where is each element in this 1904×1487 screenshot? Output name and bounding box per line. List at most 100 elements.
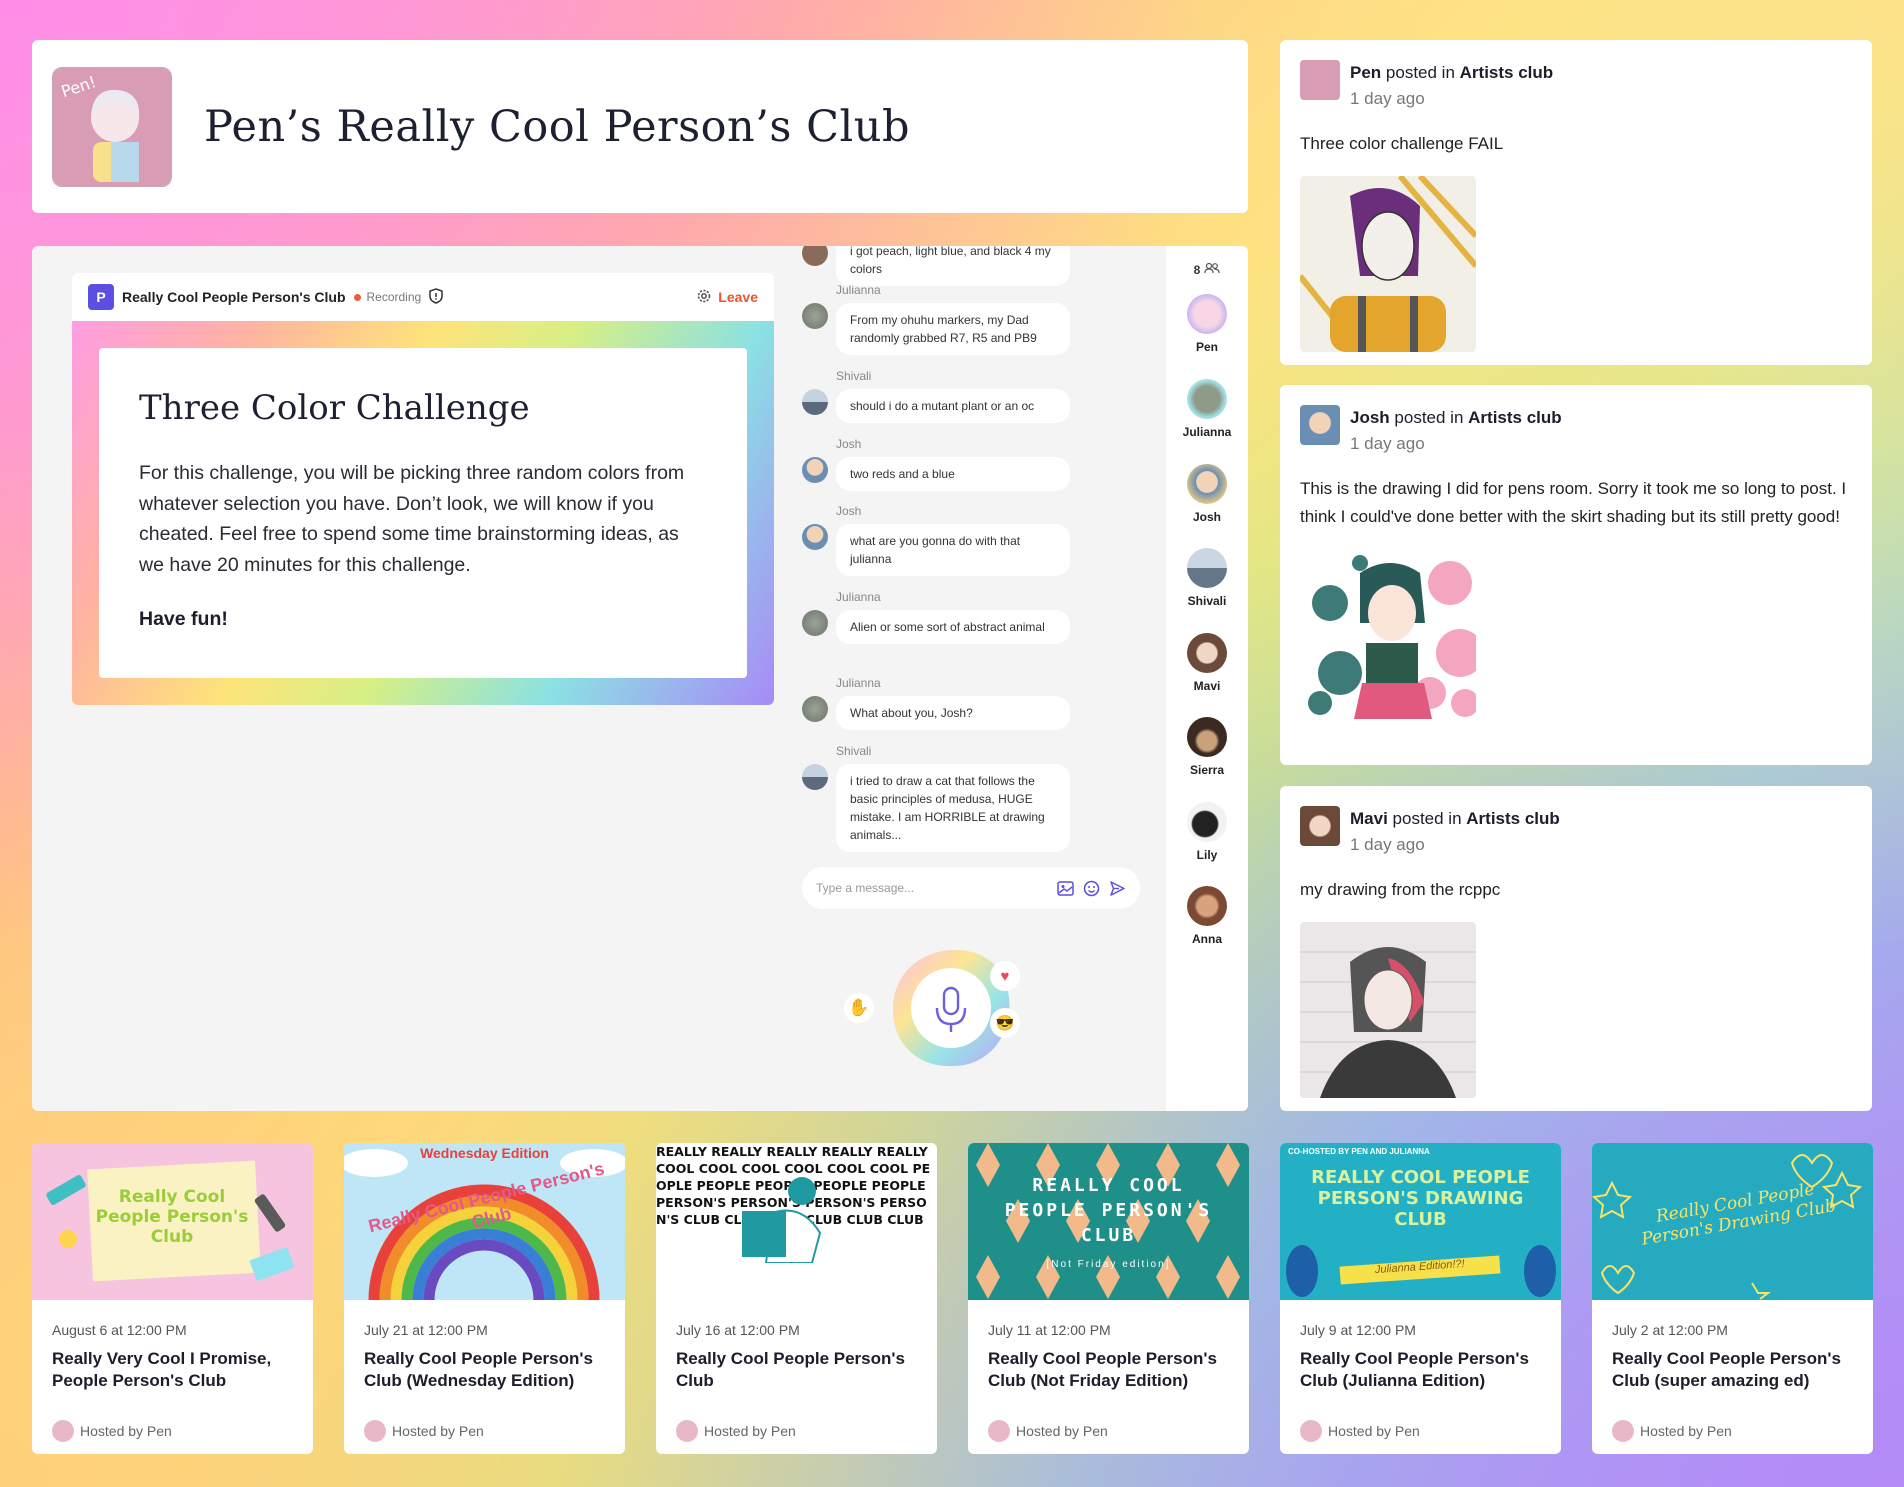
participant-sierra[interactable]: Sierra (1166, 717, 1248, 777)
chat-message: i got peach, light blue, and black 4 my … (802, 246, 1102, 286)
challenge-title: Three Color Challenge (139, 388, 530, 428)
event-card[interactable]: Really Cool People Person's Drawing Club… (1592, 1143, 1873, 1454)
participant-shivali[interactable]: Shivali (1166, 548, 1248, 608)
avatar (1187, 548, 1227, 588)
avatar (988, 1420, 1010, 1442)
event-host: Hosted by Pen (1612, 1420, 1853, 1442)
participant-anna[interactable]: Anna (1166, 886, 1248, 946)
post-author[interactable]: Pen (1350, 63, 1381, 82)
participant-lily[interactable]: Lily (1166, 802, 1248, 862)
avatar (1187, 294, 1227, 334)
chat-avatar (802, 389, 828, 415)
chat-message: Shivali should i do a mutant plant or an… (802, 369, 1102, 425)
emoji-icon[interactable] (1083, 880, 1100, 897)
chat-avatar (802, 457, 828, 483)
event-body: July 11 at 12:00 PM Really Cool People P… (968, 1300, 1249, 1454)
event-host: Hosted by Pen (988, 1420, 1229, 1442)
event-host: Hosted by Pen (676, 1420, 917, 1442)
leave-label[interactable]: Leave (718, 289, 758, 305)
chat-input-placeholder[interactable]: Type a message... (816, 881, 1048, 895)
event-body: July 21 at 12:00 PM Really Cool People P… (344, 1300, 625, 1454)
participant-name: Julianna (1182, 425, 1232, 439)
event-thumbnail-cohost: CO-HOSTED BY PEN AND JULIANNA (1288, 1147, 1430, 1156)
chat-author: Shivali (836, 369, 872, 383)
post-group[interactable]: Artists club (1460, 63, 1554, 82)
event-date: July 11 at 12:00 PM (988, 1322, 1111, 1338)
post-time: 1 day ago (1350, 434, 1425, 453)
event-card[interactable]: CO-HOSTED BY PEN AND JULIANNA REALLY COO… (1280, 1143, 1561, 1454)
event-title[interactable]: Really Cool People Person's Club (super … (1612, 1348, 1853, 1392)
event-host-label: Hosted by Pen (1016, 1423, 1108, 1439)
leave-button[interactable]: Leave (696, 288, 758, 307)
post-group[interactable]: Artists club (1468, 408, 1562, 427)
cool-reaction-button[interactable]: 😎 (990, 1008, 1020, 1038)
event-card[interactable]: Really Cool People Person's Club August … (32, 1143, 313, 1454)
event-host: Hosted by Pen (364, 1420, 605, 1442)
participant-name: Shivali (1187, 594, 1227, 608)
event-title[interactable]: Really Cool People Person's Club (Wednes… (364, 1348, 605, 1392)
participant-name: Lily (1196, 848, 1218, 862)
event-body: July 9 at 12:00 PM Really Cool People Pe… (1280, 1300, 1561, 1454)
event-host-label: Hosted by Pen (704, 1423, 796, 1439)
event-thumbnail: Really Cool People Person's Club (32, 1143, 313, 1300)
avatar (1300, 60, 1340, 100)
feed-post[interactable]: Pen posted in Artists club 1 day ago Thr… (1280, 40, 1872, 365)
post-text: This is the drawing I did for pens room.… (1300, 479, 1847, 526)
avatar (364, 1420, 386, 1442)
participants-sidebar: 8 Pen Julianna Josh Shivali Mavi Sierra (1166, 246, 1248, 1111)
gear-icon[interactable] (696, 288, 712, 307)
challenge-description: For this challenge, you will be picking … (139, 462, 685, 576)
event-card[interactable]: Wednesday Edition Really Cool People Per… (344, 1143, 625, 1454)
participant-mavi[interactable]: Mavi (1166, 633, 1248, 693)
chat-avatar (802, 246, 828, 266)
room-name: Really Cool People Person's Club (122, 289, 346, 305)
event-title[interactable]: Really Very Cool I Promise, People Perso… (52, 1348, 293, 1392)
chat-avatar (802, 303, 828, 329)
post-image[interactable] (1300, 176, 1476, 352)
image-icon[interactable] (1057, 880, 1074, 896)
event-card[interactable]: REALLY COOL PEOPLE PERSON'S CLUB [Not Fr… (968, 1143, 1249, 1454)
event-date: July 16 at 12:00 PM (676, 1322, 800, 1338)
participant-pen[interactable]: Pen (1166, 294, 1248, 354)
avatar (1612, 1420, 1634, 1442)
post-author[interactable]: Mavi (1350, 809, 1388, 828)
event-body: July 16 at 12:00 PM Really Cool People P… (656, 1300, 937, 1454)
event-title[interactable]: Really Cool People Person's Club (Julian… (1300, 1348, 1541, 1392)
send-icon[interactable] (1109, 880, 1126, 897)
participant-julianna[interactable]: Julianna (1166, 379, 1248, 439)
chat-message: Josh two reds and a blue (802, 437, 1102, 493)
chat-message-text: should i do a mutant plant or an oc (836, 389, 1070, 423)
avatar (1187, 717, 1227, 757)
feed-post[interactable]: Mavi posted in Artists club 1 day ago my… (1280, 786, 1872, 1111)
post-text: my drawing from the rcppc (1300, 880, 1501, 899)
event-thumbnail-text: Really Cool People Person's Club (95, 1187, 249, 1247)
event-title[interactable]: Really Cool People Person's Club (676, 1348, 917, 1392)
chat-message-input[interactable]: Type a message... (802, 867, 1140, 909)
event-date: August 6 at 12:00 PM (52, 1322, 187, 1338)
heart-reaction-button[interactable]: ♥ (990, 961, 1020, 991)
event-title[interactable]: Really Cool People Person's Club (Not Fr… (988, 1348, 1229, 1392)
stage-gradient-frame: Three Color Challenge For this challenge… (72, 321, 774, 705)
chat-author: Shivali (836, 744, 872, 758)
post-image[interactable] (1300, 922, 1476, 1098)
event-card[interactable]: REALLY REALLY REALLY REALLY REALLY COOL … (656, 1143, 937, 1454)
post-image[interactable] (1300, 543, 1476, 719)
participant-name: Sierra (1189, 763, 1225, 777)
post-time: 1 day ago (1350, 89, 1425, 108)
recording-indicator-icon (353, 293, 361, 301)
post-group[interactable]: Artists club (1466, 809, 1560, 828)
post-meta: Pen posted in Artists club 1 day ago (1350, 60, 1553, 112)
chat-author: Josh (836, 437, 862, 451)
event-date: July 21 at 12:00 PM (364, 1322, 488, 1338)
event-host: Hosted by Pen (52, 1420, 293, 1442)
feed-post[interactable]: Josh posted in Artists club 1 day ago Th… (1280, 385, 1872, 765)
raise-hand-button[interactable]: ✋ (844, 993, 874, 1023)
post-verb: posted in (1394, 408, 1464, 427)
participant-josh[interactable]: Josh (1166, 464, 1248, 524)
shield-icon[interactable] (429, 287, 443, 307)
participant-name: Pen (1195, 340, 1218, 354)
chat-avatar (802, 610, 828, 636)
chat-message-text: what are you gonna do with that julianna (836, 524, 1070, 576)
post-author[interactable]: Josh (1350, 408, 1390, 427)
chat-author: Julianna (836, 590, 881, 604)
